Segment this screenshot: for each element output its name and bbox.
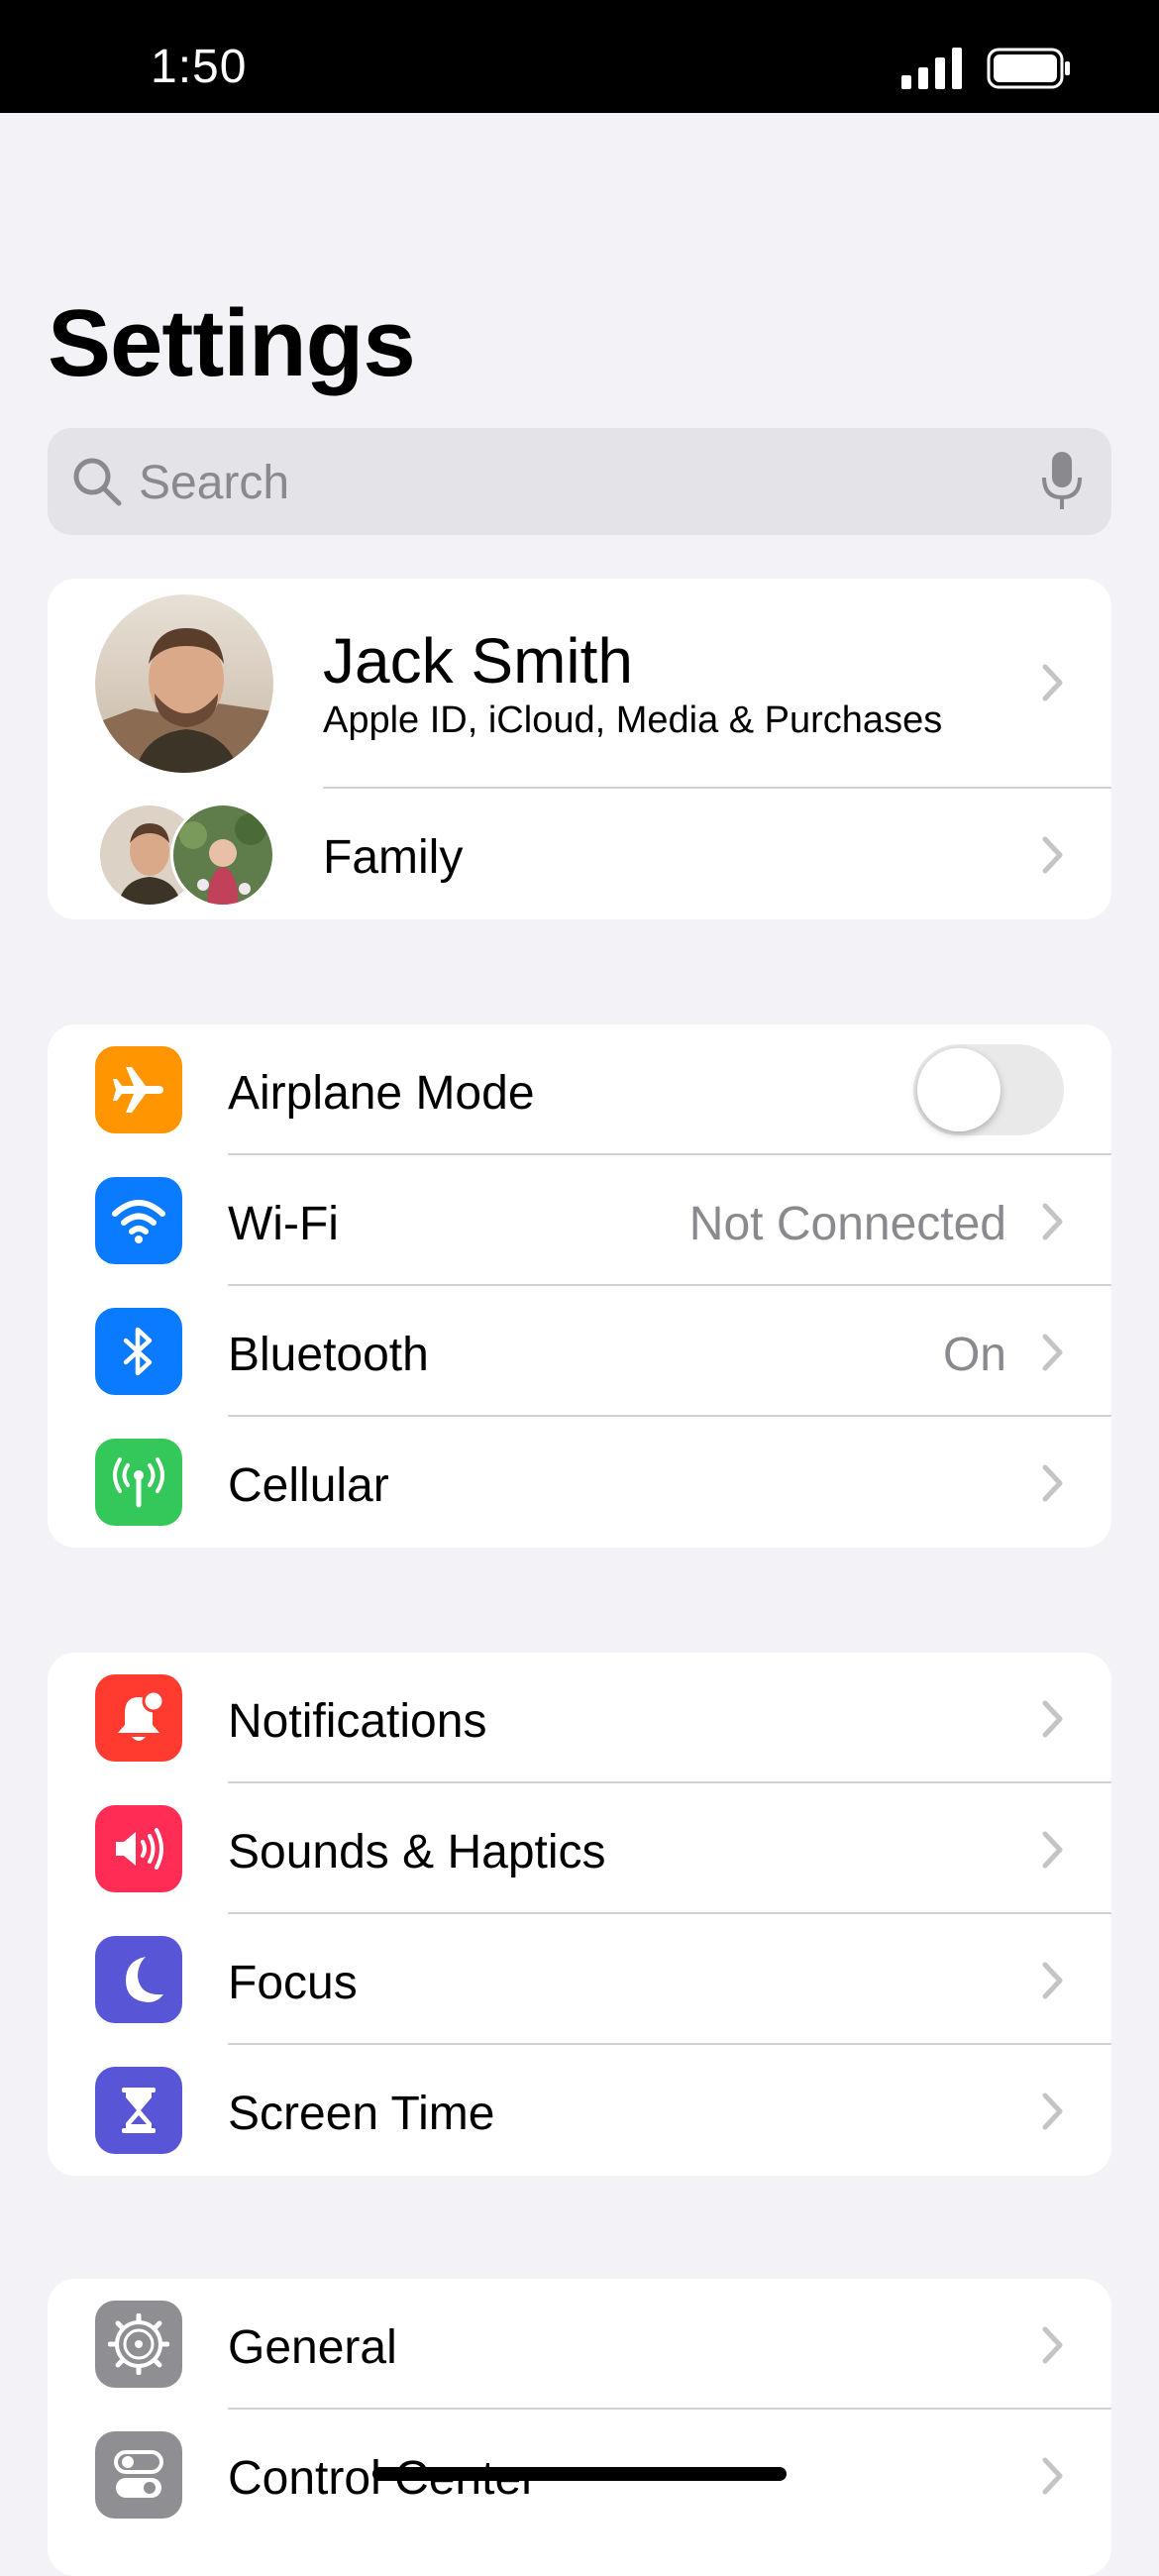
chevron-right-icon — [1042, 1962, 1063, 1999]
sounds-row[interactable]: Sounds & Haptics — [48, 1783, 1111, 1914]
airplane-icon — [95, 1046, 182, 1133]
cellular-label: Cellular — [228, 1459, 389, 1512]
chevron-right-icon — [1042, 836, 1063, 874]
chevron-right-icon — [1042, 2326, 1063, 2364]
focus-row[interactable]: Focus — [48, 1914, 1111, 2045]
chevron-right-icon — [1042, 2093, 1063, 2130]
family-label: Family — [323, 831, 464, 884]
gear-icon — [95, 2301, 182, 2388]
system-card: General Control Center — [48, 2279, 1111, 2576]
search-bar[interactable]: Search — [48, 428, 1111, 535]
search-placeholder: Search — [139, 457, 290, 509]
wifi-row[interactable]: Wi-Fi Not Connected — [48, 1155, 1111, 1286]
toggles-icon — [95, 2431, 182, 2519]
general-label: General — [228, 2321, 397, 2374]
sounds-label: Sounds & Haptics — [228, 1826, 606, 1878]
focus-label: Focus — [228, 1957, 358, 2009]
profile-subtitle: Apple ID, iCloud, Media & Purchases — [323, 699, 943, 741]
attention-card: Notifications Sounds & Haptics Focus Scr… — [48, 1653, 1111, 2176]
home-indicator[interactable] — [372, 2467, 787, 2481]
search-icon — [73, 458, 122, 506]
bluetooth-label: Bluetooth — [228, 1329, 429, 1381]
cellular-signal-icon — [901, 48, 962, 89]
notifications-row[interactable]: Notifications — [48, 1653, 1111, 1783]
chevron-right-icon — [1042, 1203, 1063, 1240]
battery-icon — [987, 48, 1070, 89]
antenna-icon — [95, 1439, 182, 1526]
general-row[interactable]: General — [48, 2279, 1111, 2410]
microphone-icon[interactable] — [1040, 450, 1084, 513]
wifi-icon — [95, 1177, 182, 1264]
bell-icon — [95, 1674, 182, 1762]
chevron-right-icon — [1042, 2457, 1063, 2495]
apple-id-row[interactable]: Jack Smith Apple ID, iCloud, Media & Pur… — [48, 579, 1111, 789]
profile-avatar — [95, 594, 273, 773]
wifi-status: Not Connected — [688, 1198, 1006, 1250]
connectivity-card: Airplane Mode Wi-Fi Not Connected Blueto… — [48, 1024, 1111, 1548]
screen-time-row[interactable]: Screen Time — [48, 2045, 1111, 2176]
wifi-label: Wi-Fi — [228, 1198, 339, 1250]
bluetooth-icon — [95, 1308, 182, 1395]
chevron-right-icon — [1042, 1700, 1063, 1738]
family-row[interactable]: Family — [48, 789, 1111, 919]
toggle-knob — [917, 1048, 1001, 1131]
chevron-right-icon — [1042, 1464, 1063, 1502]
notifications-label: Notifications — [228, 1695, 487, 1748]
speaker-icon — [95, 1805, 182, 1892]
cellular-row[interactable]: Cellular — [48, 1417, 1111, 1548]
airplane-mode-label: Airplane Mode — [228, 1067, 535, 1120]
chevron-right-icon — [1042, 1334, 1063, 1371]
status-time: 1:50 — [151, 41, 248, 93]
status-bar: 1:50 — [0, 0, 1159, 113]
profile-name: Jack Smith — [323, 625, 633, 697]
moon-icon — [95, 1936, 182, 2023]
profile-card: Jack Smith Apple ID, iCloud, Media & Pur… — [48, 579, 1111, 919]
airplane-mode-row: Airplane Mode — [48, 1024, 1111, 1155]
chevron-right-icon — [1042, 664, 1063, 701]
screen-time-label: Screen Time — [228, 2088, 495, 2140]
bluetooth-status: On — [942, 1329, 1006, 1381]
page-title: Settings — [48, 290, 416, 396]
airplane-mode-toggle[interactable] — [913, 1044, 1064, 1135]
hourglass-icon — [95, 2067, 182, 2154]
family-avatar-2 — [170, 803, 275, 908]
bluetooth-row[interactable]: Bluetooth On — [48, 1286, 1111, 1417]
chevron-right-icon — [1042, 1831, 1063, 1869]
